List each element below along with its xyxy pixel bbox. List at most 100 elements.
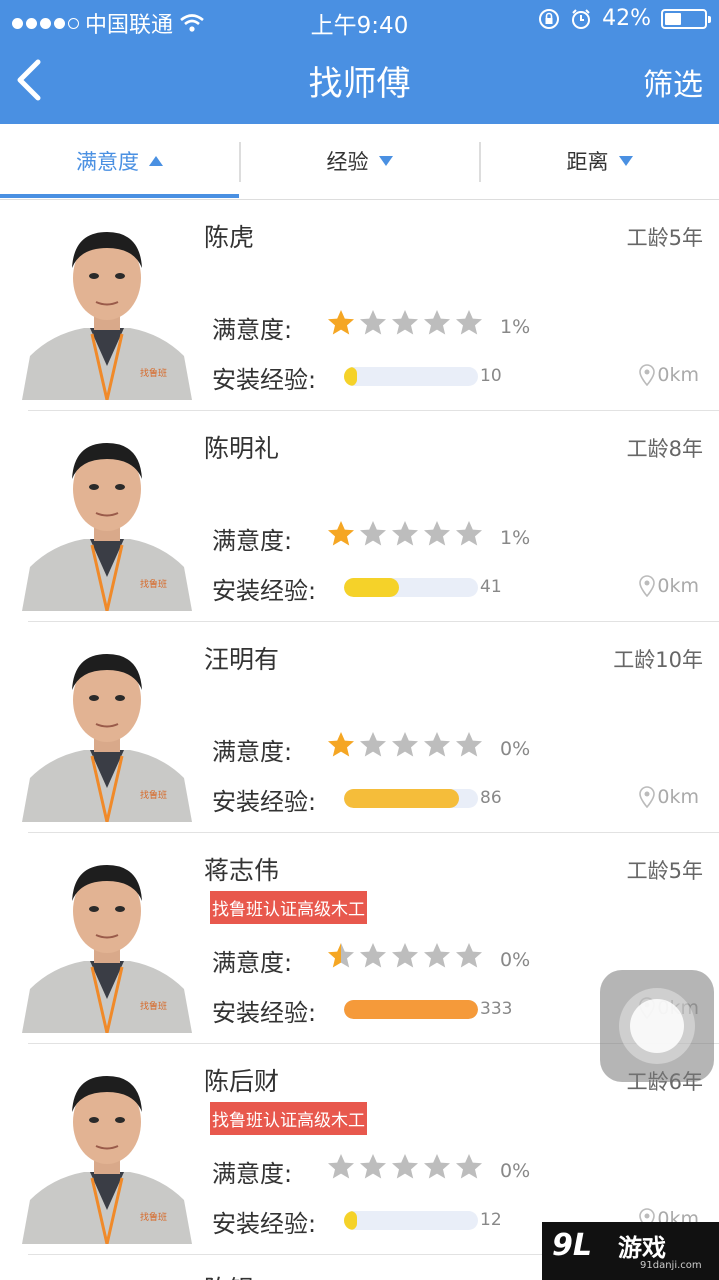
worker-card[interactable]: 找鲁班 陈虎 工龄5年 满意度: 1% 安装经验: 10 0km xyxy=(0,200,719,411)
rating-stars xyxy=(326,519,484,549)
location-pin-icon xyxy=(639,575,656,597)
experience-bar-fill xyxy=(344,367,358,386)
star-icon xyxy=(360,310,386,335)
filter-button[interactable]: 筛选 xyxy=(643,60,703,104)
experience-label: 安装经验: xyxy=(212,788,317,816)
distance-info: 0km xyxy=(639,575,699,597)
page-title: 找师傅 xyxy=(308,64,411,104)
sort-down-icon xyxy=(378,156,393,166)
tab-distance[interactable]: 距离 xyxy=(480,124,719,198)
sort-up-icon xyxy=(149,156,163,166)
tab-experience[interactable]: 经验 xyxy=(240,124,479,198)
star-icon xyxy=(424,310,450,335)
experience-bar xyxy=(344,578,478,597)
star-icon xyxy=(424,1154,450,1179)
experience-value: 333 xyxy=(480,999,513,1019)
experience-label: 安装经验: xyxy=(212,1210,317,1238)
star-icon xyxy=(456,943,482,968)
experience-bar-fill xyxy=(344,789,460,808)
sort-down-icon xyxy=(618,156,633,166)
worker-photo: 找鲁班 xyxy=(12,638,202,822)
rating-stars xyxy=(326,941,484,971)
experience-label: 安装经验: xyxy=(212,999,317,1027)
battery-percent: 42% xyxy=(602,6,651,31)
worker-card[interactable]: 找鲁班 陈明礼 工龄8年 满意度: 1% 安装经验: 41 0km xyxy=(0,411,719,622)
worker-photo: 找鲁班 xyxy=(12,1060,202,1244)
status-right: 42% xyxy=(538,6,711,31)
watermark-logo: 9L 游戏 91danji.com xyxy=(542,1222,719,1280)
distance-info: 0km xyxy=(639,364,699,386)
star-icon xyxy=(456,732,482,757)
satisfaction-percent: 1% xyxy=(500,527,531,549)
status-bar: 中国联通 上午9:40 42% xyxy=(0,0,719,40)
rating-stars xyxy=(326,308,484,338)
tab-experience-label: 经验 xyxy=(326,150,369,174)
rating-stars xyxy=(326,730,484,760)
experience-bar xyxy=(344,1000,478,1019)
experience-bar-fill xyxy=(344,1000,478,1019)
partial-worker-name: 陈银 xyxy=(204,1270,254,1280)
work-years: 工龄10年 xyxy=(613,648,703,672)
star-icon xyxy=(328,943,354,968)
experience-value: 10 xyxy=(480,366,502,386)
experience-bar xyxy=(344,367,478,386)
star-icon xyxy=(392,521,418,546)
star-icon xyxy=(424,943,450,968)
worker-name: 汪明有 xyxy=(204,645,280,674)
distance-value: 0km xyxy=(657,786,699,808)
rotation-lock-icon xyxy=(539,8,560,29)
experience-bar xyxy=(344,789,478,808)
satisfaction-label: 满意度: xyxy=(212,1160,293,1188)
satisfaction-label: 满意度: xyxy=(212,738,293,766)
satisfaction-percent: 0% xyxy=(500,738,531,760)
experience-value: 12 xyxy=(480,1210,502,1230)
star-icon xyxy=(360,732,386,757)
assistive-touch-button[interactable] xyxy=(600,970,714,1082)
distance-info: 0km xyxy=(639,786,699,808)
rating-stars xyxy=(326,1152,484,1182)
sort-tabs: 满意度 经验 距离 xyxy=(0,124,719,200)
svg-text:找鲁班: 找鲁班 xyxy=(140,367,167,379)
tab-distance-label: 距离 xyxy=(566,150,609,174)
experience-label: 安装经验: xyxy=(212,577,317,605)
star-icon xyxy=(328,310,354,335)
satisfaction-label: 满意度: xyxy=(212,316,293,344)
watermark-mark: 9L xyxy=(552,1228,592,1263)
satisfaction-percent: 0% xyxy=(500,1160,531,1182)
watermark-site: 91danji.com xyxy=(640,1260,702,1271)
distance-value: 0km xyxy=(657,364,699,386)
worker-name: 陈明礼 xyxy=(204,434,280,463)
worker-name: 陈虎 xyxy=(204,223,255,252)
worker-photo: 找鲁班 xyxy=(12,216,202,400)
header: 中国联通 上午9:40 42% 找师傅 筛选 xyxy=(0,0,719,124)
alarm-icon xyxy=(572,8,591,29)
worker-name: 蒋志伟 xyxy=(204,856,280,885)
tab-satisfaction-label: 满意度 xyxy=(76,150,139,174)
star-icon xyxy=(360,1154,386,1179)
work-years: 工龄5年 xyxy=(626,226,703,250)
star-icon xyxy=(328,521,354,546)
star-icon xyxy=(392,732,418,757)
worker-card[interactable]: 找鲁班 汪明有 工龄10年满意度: 0% 安装经验: 86 0km xyxy=(0,622,719,833)
location-pin-icon xyxy=(639,364,656,386)
work-years: 工龄5年 xyxy=(626,859,703,883)
experience-value: 86 xyxy=(480,788,502,808)
satisfaction-percent: 0% xyxy=(500,949,531,971)
battery-icon xyxy=(661,8,711,29)
star-icon xyxy=(392,943,418,968)
tab-satisfaction[interactable]: 满意度 xyxy=(0,124,239,198)
star-icon xyxy=(392,310,418,335)
star-icon xyxy=(424,732,450,757)
work-years: 工龄8年 xyxy=(626,437,703,461)
star-icon xyxy=(424,521,450,546)
watermark-brand: 游戏 xyxy=(618,1234,666,1262)
satisfaction-label: 满意度: xyxy=(212,527,293,555)
active-tab-indicator xyxy=(0,194,239,198)
experience-label: 安装经验: xyxy=(212,366,317,394)
certification-badge: 找鲁班认证高级木工 xyxy=(210,891,367,924)
location-pin-icon xyxy=(639,786,656,808)
distance-value: 0km xyxy=(657,575,699,597)
star-icon xyxy=(456,1154,482,1179)
experience-value: 41 xyxy=(480,577,502,597)
certification-badge: 找鲁班认证高级木工 xyxy=(210,1102,367,1135)
